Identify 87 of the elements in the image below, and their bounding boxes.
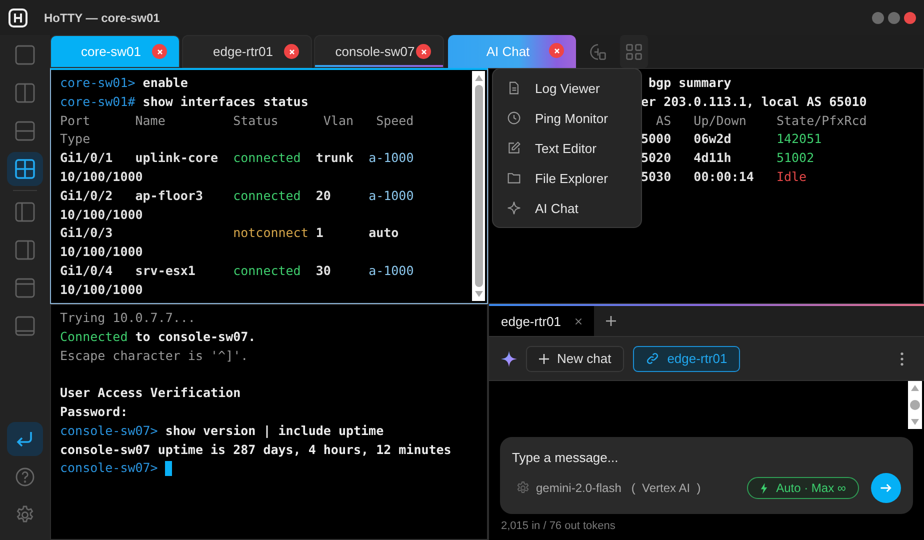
terminal-line: console-sw07> show version | include uptime bbox=[60, 422, 384, 440]
context-chip[interactable]: edge-rtr01 bbox=[633, 346, 740, 372]
folder-icon bbox=[507, 171, 521, 185]
help-icon bbox=[15, 467, 35, 487]
return-arrow-icon bbox=[15, 429, 35, 449]
terminal-line: Gi1/0/4 srv-esx1 connected 30 a-1000 bbox=[60, 262, 414, 280]
chat-tab[interactable]: edge-rtr01 bbox=[489, 306, 594, 336]
terminal-line: core-sw01# show interfaces status bbox=[60, 92, 308, 111]
document-icon bbox=[507, 81, 521, 95]
terminal-pane[interactable] bbox=[50, 304, 488, 540]
terminal-line: AS Up/Down State/PfxRcd bbox=[655, 112, 867, 130]
mode-pill[interactable]: Auto · Max ∞ bbox=[747, 477, 859, 499]
window-title: HoTTY — core-sw01 bbox=[44, 10, 160, 24]
terminal-line: bgp summary bbox=[648, 74, 732, 92]
sparkle-icon bbox=[501, 350, 517, 366]
terminal-line: Port Name Status Vlan Speed bbox=[60, 112, 414, 130]
terminal-line: 10/100/1000 bbox=[60, 168, 143, 186]
minimize-button[interactable] bbox=[872, 12, 884, 24]
menu-item[interactable]: File Explorer bbox=[493, 163, 641, 193]
close-icon[interactable] bbox=[574, 318, 582, 324]
token-count: 2,015 in / 76 out tokens bbox=[500, 519, 616, 534]
layout-icon bbox=[15, 202, 35, 222]
terminal-line: Escape character is '^]'. bbox=[60, 346, 248, 365]
enter-button[interactable] bbox=[7, 422, 43, 456]
link-icon bbox=[646, 352, 660, 365]
layout-icon bbox=[15, 83, 35, 103]
menu-item[interactable]: AI Chat bbox=[493, 193, 641, 223]
tab[interactable]: edge-rtr01 bbox=[182, 35, 312, 68]
terminal-line: Gi1/0/2 ap-floor3 connected 20 a-1000 bbox=[60, 186, 414, 205]
layout-icon bbox=[15, 45, 35, 65]
layout-grid-button[interactable] bbox=[620, 35, 648, 68]
layout-icon bbox=[15, 240, 35, 260]
add-pane-icon bbox=[589, 42, 607, 60]
bolt-icon bbox=[760, 482, 768, 494]
scrollbar[interactable] bbox=[908, 381, 922, 429]
arrow-right-icon bbox=[879, 481, 893, 495]
terminal-line: Type bbox=[60, 130, 90, 148]
close-icon bbox=[420, 48, 428, 56]
terminal-line: console-sw07> bbox=[60, 459, 159, 478]
layout-icon bbox=[15, 121, 35, 141]
app-logo-icon bbox=[8, 8, 28, 28]
close-button[interactable] bbox=[904, 12, 916, 24]
terminal-line: Password: bbox=[60, 402, 128, 421]
terminal-line: core-sw01> enable bbox=[60, 74, 188, 92]
layout-icon bbox=[15, 316, 35, 336]
menu-item[interactable]: Text Editor bbox=[493, 133, 641, 163]
menu-item[interactable]: Ping Monitor bbox=[493, 103, 641, 133]
terminal-line: 10/100/1000 bbox=[60, 206, 143, 224]
sparkle-icon bbox=[507, 201, 521, 215]
grid-icon bbox=[625, 42, 643, 60]
terminal-line: 5000 06w2d 142051 bbox=[641, 130, 822, 148]
tab[interactable]: console-sw07 bbox=[314, 35, 444, 68]
message-input[interactable]: Type a message... bbox=[512, 447, 901, 467]
more-icon[interactable] bbox=[900, 352, 904, 366]
layout-button[interactable] bbox=[7, 152, 43, 186]
terminal-line: Connected to console-sw07. bbox=[60, 328, 256, 346]
close-icon bbox=[156, 48, 164, 56]
add-tab-icon[interactable] bbox=[606, 316, 616, 326]
terminal-line: User Access Verification bbox=[60, 384, 241, 402]
provider-name: ( Vertex AI ) bbox=[631, 481, 701, 495]
terminal-line: 5020 4d11h 51002 bbox=[641, 149, 814, 168]
settings-icon[interactable] bbox=[516, 481, 530, 495]
terminal-line: 5030 00:00:14 Idle bbox=[641, 168, 807, 186]
terminal-line: er 203.0.113.1, local AS 65010 bbox=[641, 92, 867, 111]
clock-icon bbox=[507, 111, 521, 125]
terminal-line: console-sw07 uptime is 287 days, 4 hours, 12 minutes bbox=[60, 440, 452, 459]
terminal-line: 10/100/1000 bbox=[60, 280, 143, 299]
layout-icon bbox=[15, 159, 35, 179]
terminal-line: Gi1/0/3 notconnect 1 auto bbox=[60, 224, 399, 242]
close-icon bbox=[288, 48, 296, 56]
new-chat-button[interactable]: New chat bbox=[526, 346, 624, 372]
terminal-line: Trying 10.0.7.7... bbox=[60, 309, 196, 327]
terminal-line: Gi1/0/1 uplink-core connected trunk a-1000 bbox=[60, 149, 414, 168]
close-tab-button[interactable] bbox=[416, 44, 431, 59]
close-icon bbox=[552, 46, 560, 54]
terminal-line: 10/100/1000 bbox=[60, 243, 143, 262]
plus-icon bbox=[539, 354, 549, 364]
send-button[interactable] bbox=[871, 473, 901, 503]
edit-icon bbox=[507, 141, 521, 155]
layout-icon bbox=[15, 278, 35, 298]
close-tab-button[interactable] bbox=[284, 44, 299, 59]
settings-icon bbox=[15, 505, 35, 525]
model-name[interactable]: gemini-2.0-flash bbox=[536, 481, 622, 495]
maximize-button[interactable] bbox=[888, 12, 900, 24]
scrollbar[interactable] bbox=[472, 71, 485, 301]
menu-item[interactable]: Log Viewer bbox=[493, 73, 641, 103]
terminal-pane[interactable] bbox=[50, 68, 488, 304]
